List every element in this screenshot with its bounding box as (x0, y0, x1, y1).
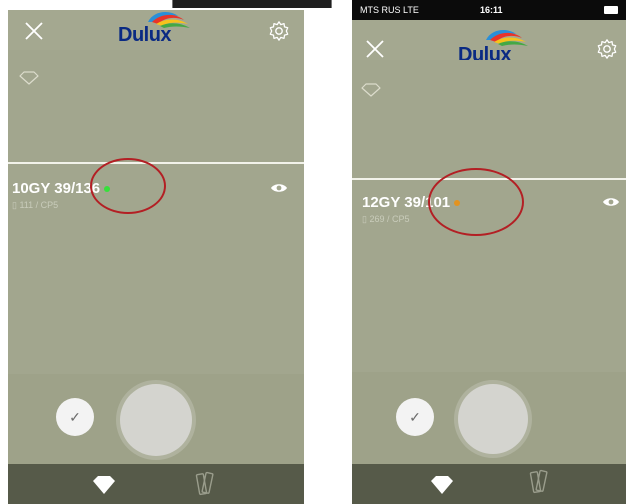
close-icon[interactable] (23, 20, 45, 42)
top-strip (172, 0, 332, 8)
highlight-circle (90, 158, 166, 214)
gem-outline-icon (361, 83, 381, 97)
capture-button[interactable] (458, 384, 528, 454)
eye-icon[interactable] (602, 196, 620, 208)
colour-fan-tab-icon[interactable] (528, 468, 552, 496)
check-button[interactable]: ✓ (56, 398, 94, 436)
previous-colour-area (352, 60, 626, 178)
reference-label: ▯ 269 / CP5 (362, 214, 410, 224)
reference-text: 111 / CP5 (19, 200, 59, 210)
color-code: 10GY 39/136 (12, 180, 101, 197)
gem-tab-icon[interactable] (428, 474, 456, 496)
close-icon[interactable] (364, 38, 386, 60)
app-header: Dulux (352, 20, 626, 66)
previous-colour-area (8, 50, 304, 162)
app-header: Dulux (8, 10, 304, 50)
capture-button[interactable] (120, 384, 192, 456)
check-icon: ✓ (69, 408, 81, 425)
battery-icon (604, 6, 618, 14)
reference-text: 269 / CP5 (369, 214, 410, 224)
bottom-tab-bar (8, 464, 304, 504)
colour-fan-tab-icon[interactable] (194, 470, 218, 498)
brand-logo-text: Dulux (118, 24, 172, 46)
left-screenshot: Dulux 10GY 39/136 ▯ 111 / CP5 ✓ (8, 10, 304, 504)
status-bar: MTS RUS LTE 16:11 (352, 0, 626, 20)
time-text: 16:11 (480, 5, 503, 15)
bottom-tab-bar (352, 464, 626, 504)
right-screenshot: MTS RUS LTE 16:11 Dulux 12GY 39/101 ▯ 26… (352, 0, 626, 504)
bottom-controls: ✓ (352, 372, 626, 464)
gem-tab-icon[interactable] (90, 474, 118, 496)
bottom-controls: ✓ (8, 374, 304, 464)
gear-icon[interactable] (268, 20, 290, 42)
carrier-text: MTS RUS LTE (360, 5, 419, 15)
check-button[interactable]: ✓ (396, 398, 434, 436)
gem-outline-icon (19, 71, 39, 85)
check-icon: ✓ (409, 408, 421, 425)
highlight-circle (428, 168, 524, 236)
eye-icon[interactable] (270, 182, 288, 194)
gear-icon[interactable] (596, 38, 618, 60)
reference-label: ▯ 111 / CP5 (12, 200, 59, 210)
